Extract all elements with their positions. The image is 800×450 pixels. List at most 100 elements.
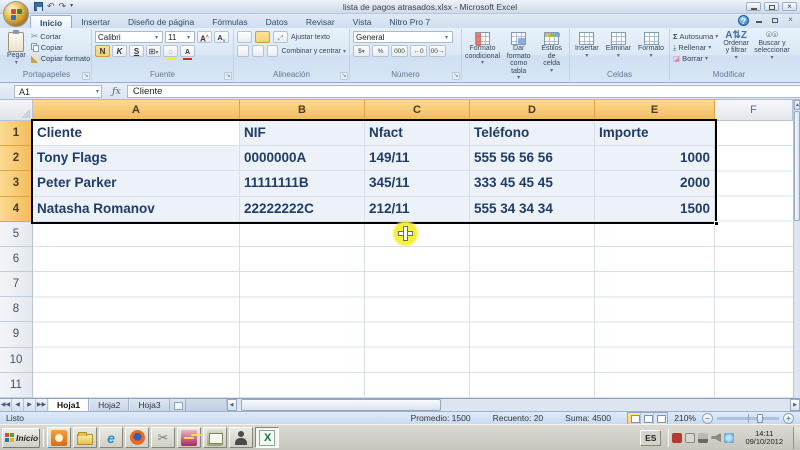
notes-icon[interactable] bbox=[203, 427, 227, 448]
minimize-button[interactable] bbox=[746, 2, 761, 11]
sheet-tab-hoja1[interactable]: Hoja1 bbox=[48, 399, 90, 411]
alignment-dialog-launcher-icon[interactable]: ↘ bbox=[340, 72, 348, 80]
start-button[interactable]: Inicio bbox=[2, 427, 40, 448]
formula-input[interactable]: Cliente bbox=[126, 84, 800, 98]
close-button[interactable]: × bbox=[782, 2, 797, 11]
media-app-icon[interactable] bbox=[47, 427, 71, 448]
last-sheet-icon[interactable]: ▶▶ bbox=[36, 399, 48, 411]
sheet-grid[interactable]: A B C D E F 1 2 3 4 5 6 7 8 9 10 11 Clie… bbox=[0, 100, 793, 398]
taskbar-clock[interactable]: 14:11 09/10/2012 bbox=[739, 429, 789, 446]
wrap-text-button[interactable]: Ajustar texto bbox=[291, 32, 330, 43]
workbook-minimize-button[interactable] bbox=[752, 16, 765, 25]
tab-datos[interactable]: Datos bbox=[257, 15, 297, 28]
percent-format-button[interactable]: % bbox=[372, 45, 389, 57]
save-icon[interactable] bbox=[34, 2, 43, 11]
qat-customize-icon[interactable]: ▾ bbox=[70, 1, 73, 12]
folder-icon[interactable] bbox=[73, 427, 97, 448]
next-sheet-icon[interactable]: ▶ bbox=[24, 399, 36, 411]
redo-icon[interactable]: ↷ bbox=[59, 1, 67, 12]
copy-button[interactable]: Copiar bbox=[30, 42, 91, 53]
number-dialog-launcher-icon[interactable]: ↘ bbox=[452, 72, 460, 80]
paste-button[interactable]: Pegar ▾ bbox=[5, 30, 28, 70]
row-header-6[interactable]: 6 bbox=[0, 246, 33, 273]
row-header-10[interactable]: 10 bbox=[0, 347, 33, 373]
fill-button[interactable]: ⤓ Rellenar ▾ bbox=[673, 42, 718, 53]
align-left-icon[interactable] bbox=[237, 45, 249, 57]
column-header-d[interactable]: D bbox=[470, 100, 595, 121]
cell-a2[interactable]: Tony Flags bbox=[33, 146, 240, 172]
sort-filter-button[interactable]: A⇅Z Ordenar y filtrar ▾ bbox=[721, 31, 751, 70]
cell-styles-button[interactable]: Estilos de celda ▾ bbox=[537, 31, 566, 84]
row-header-11[interactable]: 11 bbox=[0, 372, 33, 398]
row-header-8[interactable]: 8 bbox=[0, 297, 33, 323]
zoom-level[interactable]: 210% bbox=[674, 413, 702, 423]
cell-b2[interactable]: 0000000A bbox=[240, 146, 365, 172]
help-icon[interactable]: ? bbox=[738, 15, 749, 26]
column-header-b[interactable]: B bbox=[240, 100, 365, 121]
firefox-icon[interactable] bbox=[125, 427, 149, 448]
zoom-slider-thumb[interactable] bbox=[757, 413, 763, 423]
decrease-decimal-button[interactable]: 00→ bbox=[429, 45, 446, 57]
format-cells-button[interactable]: Formato ▾ bbox=[636, 31, 666, 70]
insert-function-icon[interactable]: ƒx bbox=[102, 86, 127, 97]
sheet-tab-hoja2[interactable]: Hoja2 bbox=[89, 399, 130, 411]
page-layout-view-button[interactable] bbox=[641, 412, 654, 424]
underline-button[interactable]: S bbox=[129, 45, 144, 57]
internet-explorer-icon[interactable]: e bbox=[99, 427, 123, 448]
column-header-c[interactable]: C bbox=[365, 100, 470, 121]
tray-clipboard-icon[interactable] bbox=[685, 432, 696, 443]
cell-e4[interactable]: 1500 bbox=[595, 196, 715, 222]
language-indicator[interactable]: ES bbox=[640, 429, 662, 446]
tab-insertar[interactable]: Insertar bbox=[72, 15, 119, 28]
cell-d2[interactable]: 555 56 56 56 bbox=[470, 146, 595, 172]
cell-b1[interactable]: NIF bbox=[240, 121, 365, 147]
format-painter-button[interactable]: Copiar formato bbox=[30, 53, 90, 64]
zoom-out-button[interactable]: − bbox=[702, 412, 713, 424]
cell-b3[interactable]: 11111111B bbox=[240, 171, 365, 197]
cell-c2[interactable]: 149/11 bbox=[365, 146, 470, 172]
number-format-select[interactable]: General ▾ bbox=[353, 31, 453, 43]
row-header-3[interactable]: 3 bbox=[0, 171, 33, 197]
cell-e1[interactable]: Importe bbox=[595, 121, 715, 147]
format-as-table-button[interactable]: Dar formato como tabla ▾ bbox=[503, 31, 534, 84]
access-icon[interactable] bbox=[177, 427, 201, 448]
row-header-1[interactable]: 1 bbox=[0, 121, 33, 147]
grow-font-button[interactable]: A˄ bbox=[197, 31, 212, 44]
cell-c3[interactable]: 345/11 bbox=[365, 171, 470, 197]
row-header-7[interactable]: 7 bbox=[0, 272, 33, 298]
undo-icon[interactable]: ↶ bbox=[47, 1, 55, 12]
font-size-select[interactable]: 11 ▾ bbox=[165, 31, 195, 43]
first-sheet-icon[interactable]: ◀◀ bbox=[0, 399, 12, 411]
clear-button[interactable]: ◪ Borrar ▾ bbox=[673, 53, 718, 64]
font-dialog-launcher-icon[interactable]: ↘ bbox=[224, 72, 232, 80]
cell-a4[interactable]: Natasha Romanov bbox=[33, 196, 240, 222]
tray-media-icon[interactable] bbox=[672, 432, 683, 443]
tab-nitro[interactable]: Nitro Pro 7 bbox=[380, 15, 439, 28]
tab-vista[interactable]: Vista bbox=[344, 15, 381, 28]
find-select-button[interactable]: ⌾⌾ Buscar y seleccionar ▾ bbox=[754, 31, 790, 70]
tray-network-icon[interactable] bbox=[698, 432, 709, 443]
tab-inicio[interactable]: Inicio bbox=[30, 15, 73, 28]
align-top-icon[interactable] bbox=[237, 31, 252, 43]
scroll-left-icon[interactable]: ◀ bbox=[226, 399, 237, 411]
messenger-icon[interactable] bbox=[229, 427, 253, 448]
conditional-formatting-button[interactable]: Formato condicional ▾ bbox=[465, 31, 500, 84]
currency-format-button[interactable]: $▾ bbox=[353, 45, 370, 57]
cell-d3[interactable]: 333 45 45 45 bbox=[470, 171, 595, 197]
tab-revisar[interactable]: Revisar bbox=[297, 15, 344, 28]
selected-range[interactable]: Cliente NIF Nfact Teléfono Importe Tony … bbox=[31, 119, 719, 226]
font-color-button[interactable]: A bbox=[180, 45, 195, 60]
fill-handle[interactable] bbox=[714, 220, 719, 226]
cell-a1[interactable]: Cliente bbox=[33, 121, 240, 147]
font-family-select[interactable]: Calibri ▾ bbox=[95, 31, 163, 43]
tray-shield-icon[interactable] bbox=[724, 432, 735, 443]
cell-a3[interactable]: Peter Parker bbox=[33, 171, 240, 197]
zoom-in-button[interactable]: + bbox=[783, 412, 794, 424]
clipboard-dialog-launcher-icon[interactable]: ↘ bbox=[82, 72, 90, 80]
cell-d4[interactable]: 555 34 34 34 bbox=[470, 196, 595, 222]
italic-button[interactable]: K bbox=[112, 45, 127, 57]
row-header-5[interactable]: 5 bbox=[0, 221, 33, 247]
zoom-slider[interactable] bbox=[717, 413, 779, 423]
workbook-close-button[interactable]: × bbox=[784, 16, 797, 25]
column-header-a[interactable]: A bbox=[33, 100, 240, 121]
